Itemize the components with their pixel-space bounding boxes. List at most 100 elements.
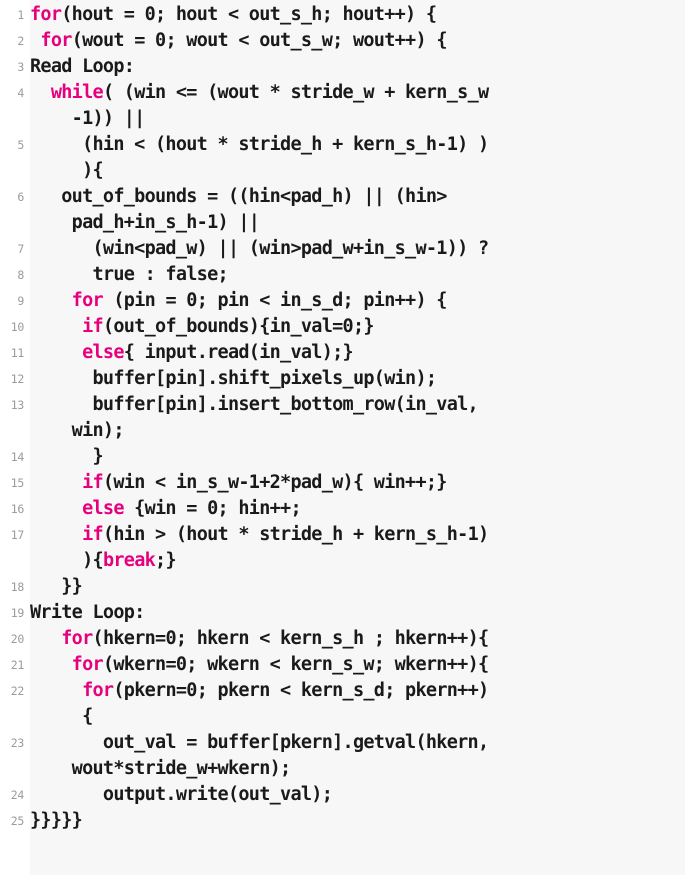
code-text-segment <box>30 472 82 493</box>
line-number: 11 <box>10 346 25 360</box>
code-text-segment: ;} <box>155 550 177 571</box>
code-text-segment: (wout = 0; wout < out_s_w; wout++) { <box>71 30 448 51</box>
code-line-text: out_val = buffer[pkern].getval(hkern, <box>30 730 489 756</box>
code-text-segment: { <box>30 706 93 727</box>
code-keyword: if <box>82 524 104 545</box>
code-line: ){ <box>0 158 685 184</box>
code-text-segment <box>30 524 82 545</box>
code-text-segment: (out_of_bounds){in_val=0;} <box>102 316 375 337</box>
code-keyword: if <box>82 316 104 337</box>
code-line-text: Write Loop: <box>30 600 145 626</box>
code-line: 21 for(wkern=0; wkern < kern_s_w; wkern+… <box>0 652 685 678</box>
code-line-text: if(out_of_bounds){in_val=0;} <box>30 314 374 340</box>
line-number: 13 <box>10 398 25 412</box>
code-line-text: output.write(out_val); <box>30 782 333 808</box>
line-number: 23 <box>10 736 25 750</box>
code-text-segment: (pin = 0; pin < in_s_d; pin++) { <box>102 290 447 311</box>
code-text-segment: {win = 0; hin++; <box>123 498 301 519</box>
code-keyword: while <box>50 82 104 103</box>
line-number: 22 <box>10 684 25 698</box>
line-number: 3 <box>17 60 24 74</box>
code-text-segment: win); <box>30 420 125 441</box>
code-line-text: } <box>30 444 104 470</box>
code-text-segment: Write Loop: <box>30 602 145 623</box>
code-text-segment: }} <box>30 576 83 597</box>
line-number: 7 <box>17 242 24 256</box>
code-line-text: Read Loop: <box>30 54 135 80</box>
code-line: 10 if(out_of_bounds){in_val=0;} <box>0 314 685 340</box>
code-line-text: for (pin = 0; pin < in_s_d; pin++) { <box>30 288 448 314</box>
line-number: 18 <box>10 580 25 594</box>
code-text-segment <box>30 498 82 519</box>
code-text-segment: } <box>30 446 104 467</box>
code-text-segment: (hout = 0; hout < out_s_h; hout++) { <box>61 4 437 25</box>
code-text-segment: (hin < (hout * stride_h + kern_s_h-1) ) <box>30 134 489 155</box>
code-text-segment <box>30 316 82 337</box>
code-line: 13 buffer[pin].insert_bottom_row(in_val, <box>0 392 685 418</box>
code-text-segment: buffer[pin].insert_bottom_row(in_val, <box>30 394 479 415</box>
code-listing: 1 for(hout = 0; hout < out_s_h; hout++) {… <box>0 0 685 875</box>
code-line-text: true : false; <box>30 262 229 288</box>
code-line-text: win); <box>30 418 125 444</box>
code-line: 24 output.write(out_val); <box>0 782 685 808</box>
code-line-text: }} <box>30 574 83 600</box>
code-keyword: for <box>71 290 104 311</box>
code-line: 18 }} <box>0 574 685 600</box>
code-text-segment: }}}}} <box>30 810 83 831</box>
code-text-segment: true : false; <box>30 264 229 285</box>
code-line: 6 out_of_bounds = ((hin<pad_h) || (hin> <box>0 184 685 210</box>
line-number: 24 <box>10 788 25 802</box>
code-line-text: while( (win <= (wout * stride_w + kern_s… <box>30 80 489 106</box>
code-text-segment: pad_h+in_s_h-1) || <box>30 212 260 233</box>
code-line-text: for(hkern=0; hkern < kern_s_h ; hkern++)… <box>30 626 490 652</box>
code-text-segment: buffer[pin].shift_pixels_up(win); <box>30 368 438 389</box>
code-line-text: ){break;} <box>30 548 177 574</box>
code-text-segment: wout*stride_w+wkern); <box>30 758 292 779</box>
code-line: 1 for(hout = 0; hout < out_s_h; hout++) { <box>0 2 685 28</box>
code-line: 20 for(hkern=0; hkern < kern_s_h ; hkern… <box>0 626 685 652</box>
code-line-text: for(wout = 0; wout < out_s_w; wout++) { <box>30 28 447 54</box>
line-number: 1 <box>17 8 24 22</box>
code-text-segment: -1)) || <box>30 108 146 129</box>
code-keyword: else <box>82 498 124 519</box>
code-line: 25}}}}} <box>0 808 685 834</box>
code-line: wout*stride_w+wkern); <box>0 756 685 782</box>
code-text-segment: (hkern=0; hkern < kern_s_h ; hkern++){ <box>92 628 490 649</box>
code-keyword: else <box>82 342 124 363</box>
code-line: 11 else{ input.read(in_val);} <box>0 340 685 366</box>
line-number: 16 <box>10 502 25 516</box>
code-text-segment: (win<pad_w) || (win>pad_w+in_s_w-1)) ? <box>30 238 490 259</box>
code-text-segment <box>30 82 51 103</box>
code-text-segment: (pkern=0; pkern < kern_s_d; pkern++) <box>113 680 489 701</box>
code-line: 14 } <box>0 444 685 470</box>
code-line-text: for(hout = 0; hout < out_s_h; hout++) { <box>30 2 437 28</box>
code-text-segment <box>30 628 61 649</box>
line-number: 5 <box>17 138 24 152</box>
code-line-text: for(pkern=0; pkern < kern_s_d; pkern++) <box>30 678 489 704</box>
code-line-text: for(wkern=0; wkern < kern_s_w; wkern++){ <box>30 652 489 678</box>
line-number: 2 <box>17 34 24 48</box>
code-line-text: wout*stride_w+wkern); <box>30 756 292 782</box>
code-text-segment: out_of_bounds = ((hin<pad_h) || (hin> <box>30 186 447 207</box>
code-line-text: { <box>30 704 93 730</box>
code-keyword: for <box>71 654 104 675</box>
line-number: 14 <box>10 450 25 464</box>
code-line: pad_h+in_s_h-1) || <box>0 210 685 236</box>
code-text-segment: (wkern=0; wkern < kern_s_w; wkern++){ <box>102 654 489 675</box>
line-number: 4 <box>17 86 24 100</box>
code-text-segment: output.write(out_val); <box>30 784 333 805</box>
code-keyword: for <box>30 4 62 25</box>
line-number: 25 <box>10 814 25 828</box>
code-line-text: (hin < (hout * stride_h + kern_s_h-1) ) <box>30 132 489 158</box>
code-text-segment: ){ <box>30 550 104 571</box>
code-line-text: buffer[pin].insert_bottom_row(in_val, <box>30 392 479 418</box>
code-keyword: for <box>82 680 114 701</box>
line-number: 20 <box>10 632 25 646</box>
code-line-text: out_of_bounds = ((hin<pad_h) || (hin> <box>30 184 447 210</box>
code-lines-container: 1 for(hout = 0; hout < out_s_h; hout++) {… <box>0 0 685 834</box>
line-number: 9 <box>17 294 24 308</box>
code-line: 8 true : false; <box>0 262 685 288</box>
code-keyword: if <box>82 472 104 493</box>
line-number: 19 <box>10 606 25 620</box>
code-line: 19 Write Loop: <box>0 600 685 626</box>
